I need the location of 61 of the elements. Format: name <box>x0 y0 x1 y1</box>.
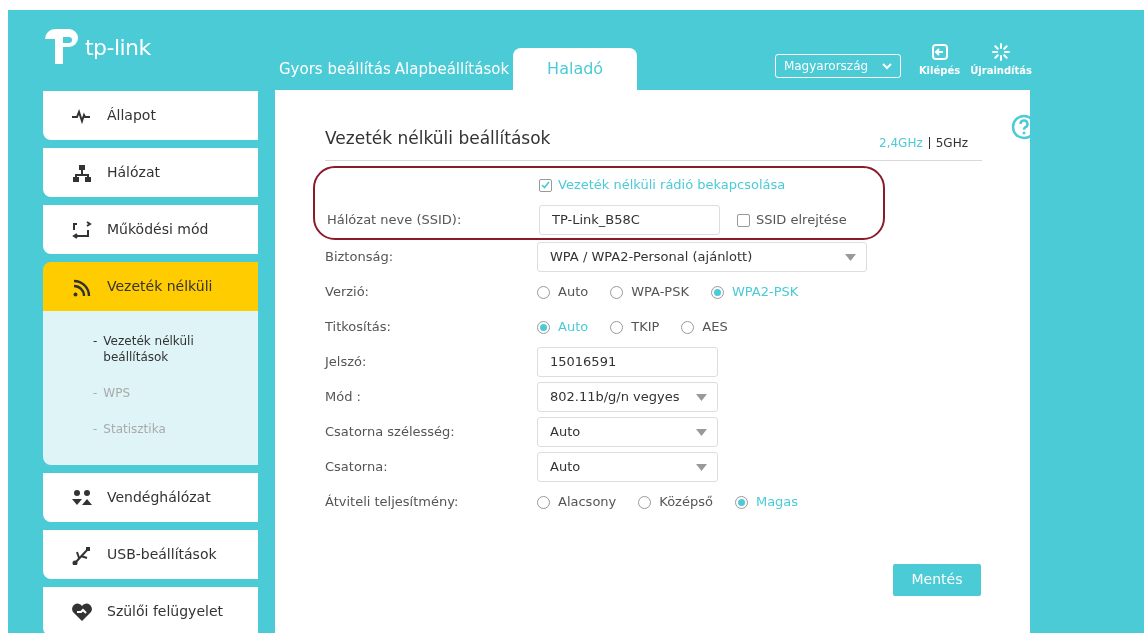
field-label: Verzió: <box>325 283 370 302</box>
sidebar-item[interactable]: Hálózat <box>43 148 258 197</box>
bullet-dash: - <box>93 333 98 350</box>
sidebar-item[interactable]: Szülői felügyelet <box>43 587 258 633</box>
text-field[interactable]: 15016591 <box>537 347 718 377</box>
text-field[interactable]: TP-Link_B58C <box>539 205 720 235</box>
band-tab[interactable]: 5GHz <box>935 133 968 152</box>
section-title: Vezeték nélküli beállítások <box>325 127 551 150</box>
radio-label[interactable]: TKIP <box>631 317 660 337</box>
checkbox[interactable] <box>737 213 750 227</box>
select-field[interactable]: 802.11b/g/n vegyes <box>537 382 718 412</box>
field-label: Csatorna szélesség: <box>325 423 456 442</box>
caret-icon <box>696 463 707 471</box>
radio-button[interactable] <box>710 285 724 299</box>
radio-button[interactable] <box>734 495 748 509</box>
logout-icon <box>930 43 949 61</box>
network-icon <box>71 162 93 183</box>
radio-button[interactable] <box>610 320 624 334</box>
radio-label[interactable]: WPA-PSK <box>631 282 689 302</box>
logo-icon <box>43 28 81 66</box>
radio-button[interactable] <box>537 495 550 509</box>
radio-label[interactable]: Auto <box>558 282 589 302</box>
field-label: Titkosítás: <box>325 318 392 337</box>
field-label: Mód : <box>325 388 362 407</box>
bullet-dash: - <box>93 385 98 401</box>
caret-icon <box>845 253 856 261</box>
swap-arrows-icon <box>71 219 93 240</box>
bullet-dash: - <box>93 421 98 437</box>
sidebar-item[interactable]: USB-beállítások <box>43 530 258 579</box>
sidebar-item[interactable]: Működési mód <box>43 205 258 254</box>
field-label: Hálózat neve (SSID): <box>327 211 463 230</box>
radio-label[interactable]: Alacsony <box>558 492 617 512</box>
usb-icon <box>71 544 93 565</box>
sidebar-item[interactable]: Vendéghálózat <box>43 473 258 522</box>
field-label: Átviteli teljesítmény: <box>325 493 460 512</box>
radio-button[interactable] <box>610 285 624 299</box>
radio-button[interactable] <box>681 320 695 334</box>
chevron-icon <box>881 62 892 70</box>
submenu-item[interactable]: - Vezeték nélküli beállítások <box>93 333 258 365</box>
caret-icon <box>696 428 707 436</box>
field-label: Csatorna: <box>325 458 389 477</box>
spinner-icon <box>992 43 1011 61</box>
select-field[interactable]: WPA / WPA2-Personal (ajánlott) <box>537 242 867 272</box>
field-label: Biztonság: <box>325 248 394 267</box>
radio-label[interactable]: AES <box>702 317 728 337</box>
sidebar-item[interactable]: Vezeték nélküli <box>43 262 258 311</box>
field-label: Jelszó: <box>325 353 368 372</box>
select-field[interactable]: Auto <box>537 452 718 482</box>
region-value: Magyarország <box>783 58 870 75</box>
radio-label[interactable]: Középső <box>659 492 713 512</box>
sidebar-item[interactable]: Állapot <box>43 91 258 140</box>
checkbox-label[interactable]: SSID elrejtése <box>756 210 847 230</box>
heart-icon <box>71 601 93 622</box>
select-field[interactable]: Auto <box>537 417 718 447</box>
caret-icon <box>696 393 707 401</box>
radio-button[interactable] <box>638 495 652 509</box>
radio-button[interactable] <box>537 320 550 334</box>
logo-text: tp-link <box>85 33 151 62</box>
checkbox[interactable] <box>539 178 552 192</box>
people-icon <box>71 487 93 508</box>
radio-button[interactable] <box>537 285 550 299</box>
